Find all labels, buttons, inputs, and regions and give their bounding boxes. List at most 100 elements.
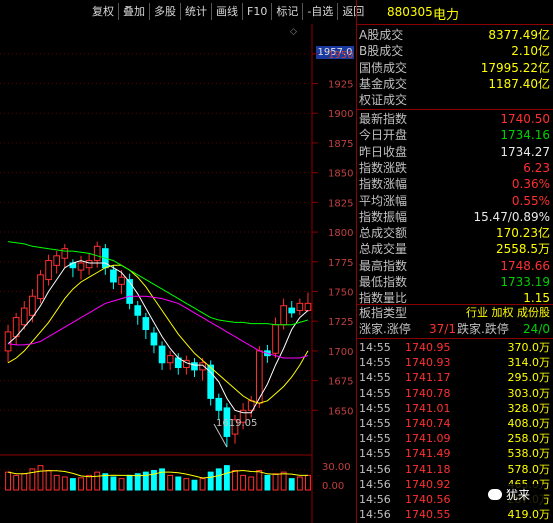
quote-label: 昨日收盘 [359, 144, 408, 159]
volume-bar [288, 478, 295, 491]
tick-time: 14:56 [359, 493, 391, 506]
quote-value: 1733.19 [500, 275, 550, 289]
candle-body [158, 345, 166, 364]
fall-value: 24/0 [523, 322, 550, 336]
volume-bar [94, 471, 101, 491]
tick-volume: 258.0万 [507, 432, 551, 446]
price-tick-label: 1700 [328, 347, 353, 358]
price-tick-label: 1925 [328, 80, 353, 91]
price-tick-label: 1850 [328, 169, 353, 180]
ma-line-ma60 [8, 295, 309, 359]
quote-label: 权证成交 [359, 93, 408, 108]
volume-tick-label: 0.00 [322, 481, 344, 492]
price-tick-label: 1875 [328, 139, 353, 150]
quote-row: 昨日收盘 1734.27 [357, 144, 553, 160]
tick-price: 1741.49 [405, 447, 451, 461]
quote-value: 1187.40亿 [488, 76, 550, 91]
divider [357, 109, 553, 110]
volume-bar [223, 465, 230, 491]
tick-price: 1740.55 [405, 508, 451, 522]
price-tick-label: 1900 [328, 109, 353, 120]
candle-body [142, 317, 150, 330]
candle-body [134, 305, 142, 316]
quote-value: 6.23 [523, 160, 550, 175]
tick-row: 14:55 1740.78 303.0万 [357, 386, 553, 401]
quote-label: 国债成交 [359, 60, 408, 75]
tick-time: 14:56 [359, 477, 391, 491]
candle-body [4, 331, 12, 352]
quote-value: 0.55% [511, 193, 550, 208]
candle-body [45, 260, 52, 281]
candle-body [77, 262, 85, 271]
low-price-label: 1619.05 [216, 418, 258, 429]
tick-row: 14:55 1741.17 295.0万 [357, 370, 553, 385]
quote-label: 今日开盘 [359, 128, 408, 143]
board-type-label: 板指类型 [359, 306, 408, 320]
volume-bar [232, 470, 238, 491]
volume-bar [305, 474, 311, 491]
quote-value: 17995.22亿 [480, 60, 550, 75]
quote-row: A股成交 8377.49亿 [357, 27, 553, 43]
tick-volume: 578.0万 [507, 462, 551, 476]
price-tick-label: 1950 [328, 50, 353, 61]
candle-body [61, 248, 69, 259]
quote-row: 最新指数 1740.50 [357, 111, 553, 127]
quote-row: 总成交额 170.23亿 [357, 225, 553, 241]
volume-bar [272, 473, 279, 491]
quote-value: 1734.27 [500, 144, 550, 159]
tick-volume: 538.0万 [507, 447, 551, 461]
volume-bar [118, 478, 125, 491]
candle-body [150, 332, 158, 346]
tick-time: 14:55 [359, 447, 391, 461]
quote-value: 1740.50 [500, 112, 550, 126]
watermark: 犹来 [482, 484, 544, 504]
tick-price: 1740.78 [405, 386, 451, 400]
scroll-arrows-icon: ◇ [290, 27, 297, 37]
stock-header: 880305 电力 [357, 0, 553, 25]
quote-value: 15.47/0.89% [473, 209, 550, 224]
quote-row: 国债成交 17995.22亿 [357, 60, 553, 76]
quote-label: 总成交量 [359, 242, 408, 257]
candle-body [85, 260, 93, 269]
volume-bar [102, 473, 109, 491]
quote-label: 基金成交 [359, 76, 408, 91]
volume-bar [5, 471, 11, 491]
candle-body [29, 295, 36, 316]
tick-row: 14:56 1740.55 419.0万 [357, 507, 553, 522]
candle-body [191, 362, 198, 371]
tick-price: 1741.01 [405, 401, 451, 415]
quote-label: B股成交 [359, 44, 404, 59]
quote-value: 2558.5万 [496, 242, 550, 257]
tick-time: 14:55 [359, 371, 391, 385]
quote-row: 平均涨幅 0.55% [357, 193, 553, 209]
tick-time: 14:55 [359, 386, 391, 400]
volume-bar [191, 479, 198, 491]
tick-price: 1741.18 [405, 462, 451, 476]
volume-bar [215, 468, 222, 491]
quote-row: 最低指数 1733.19 [357, 274, 553, 290]
quote-value: 170.23亿 [496, 226, 550, 241]
kline-chart[interactable]: 复权 叠加 多股 统计 画线 F10 标记 -自选 返回 1957.0 1950 1925 1900… [0, 0, 364, 523]
volume-bar [256, 470, 263, 491]
tick-row: 14:55 1741.01 328.0万 [357, 401, 553, 416]
volume-ma-line [7, 469, 308, 479]
tick-time: 14:56 [359, 508, 391, 522]
tick-row: 14:55 1741.09 258.0万 [357, 431, 553, 446]
board-type-row: 板指类型 行业 加权 成份股 [357, 305, 553, 321]
volume-bar [126, 474, 133, 491]
quote-row: 权证成交 [357, 92, 553, 108]
tick-row: 14:56 1741.18 578.0万 [357, 462, 553, 477]
candle-body [20, 307, 28, 326]
candle-body [166, 355, 174, 364]
quote-value: 1734.16 [500, 128, 550, 143]
candle-body [215, 397, 223, 411]
tick-volume: 370.0万 [507, 341, 551, 354]
quote-value: 1748.66 [500, 258, 550, 273]
quote-row: 指数涨幅 0.36% [357, 176, 553, 192]
rise-value: 37/1 [429, 322, 456, 336]
price-tick-label: 1750 [328, 287, 353, 298]
tick-time: 14:55 [359, 432, 391, 446]
tick-price: 1740.95 [405, 341, 451, 354]
quote-row: 基金成交 1187.40亿 [357, 76, 553, 92]
tick-volume: 419.0万 [507, 508, 551, 522]
